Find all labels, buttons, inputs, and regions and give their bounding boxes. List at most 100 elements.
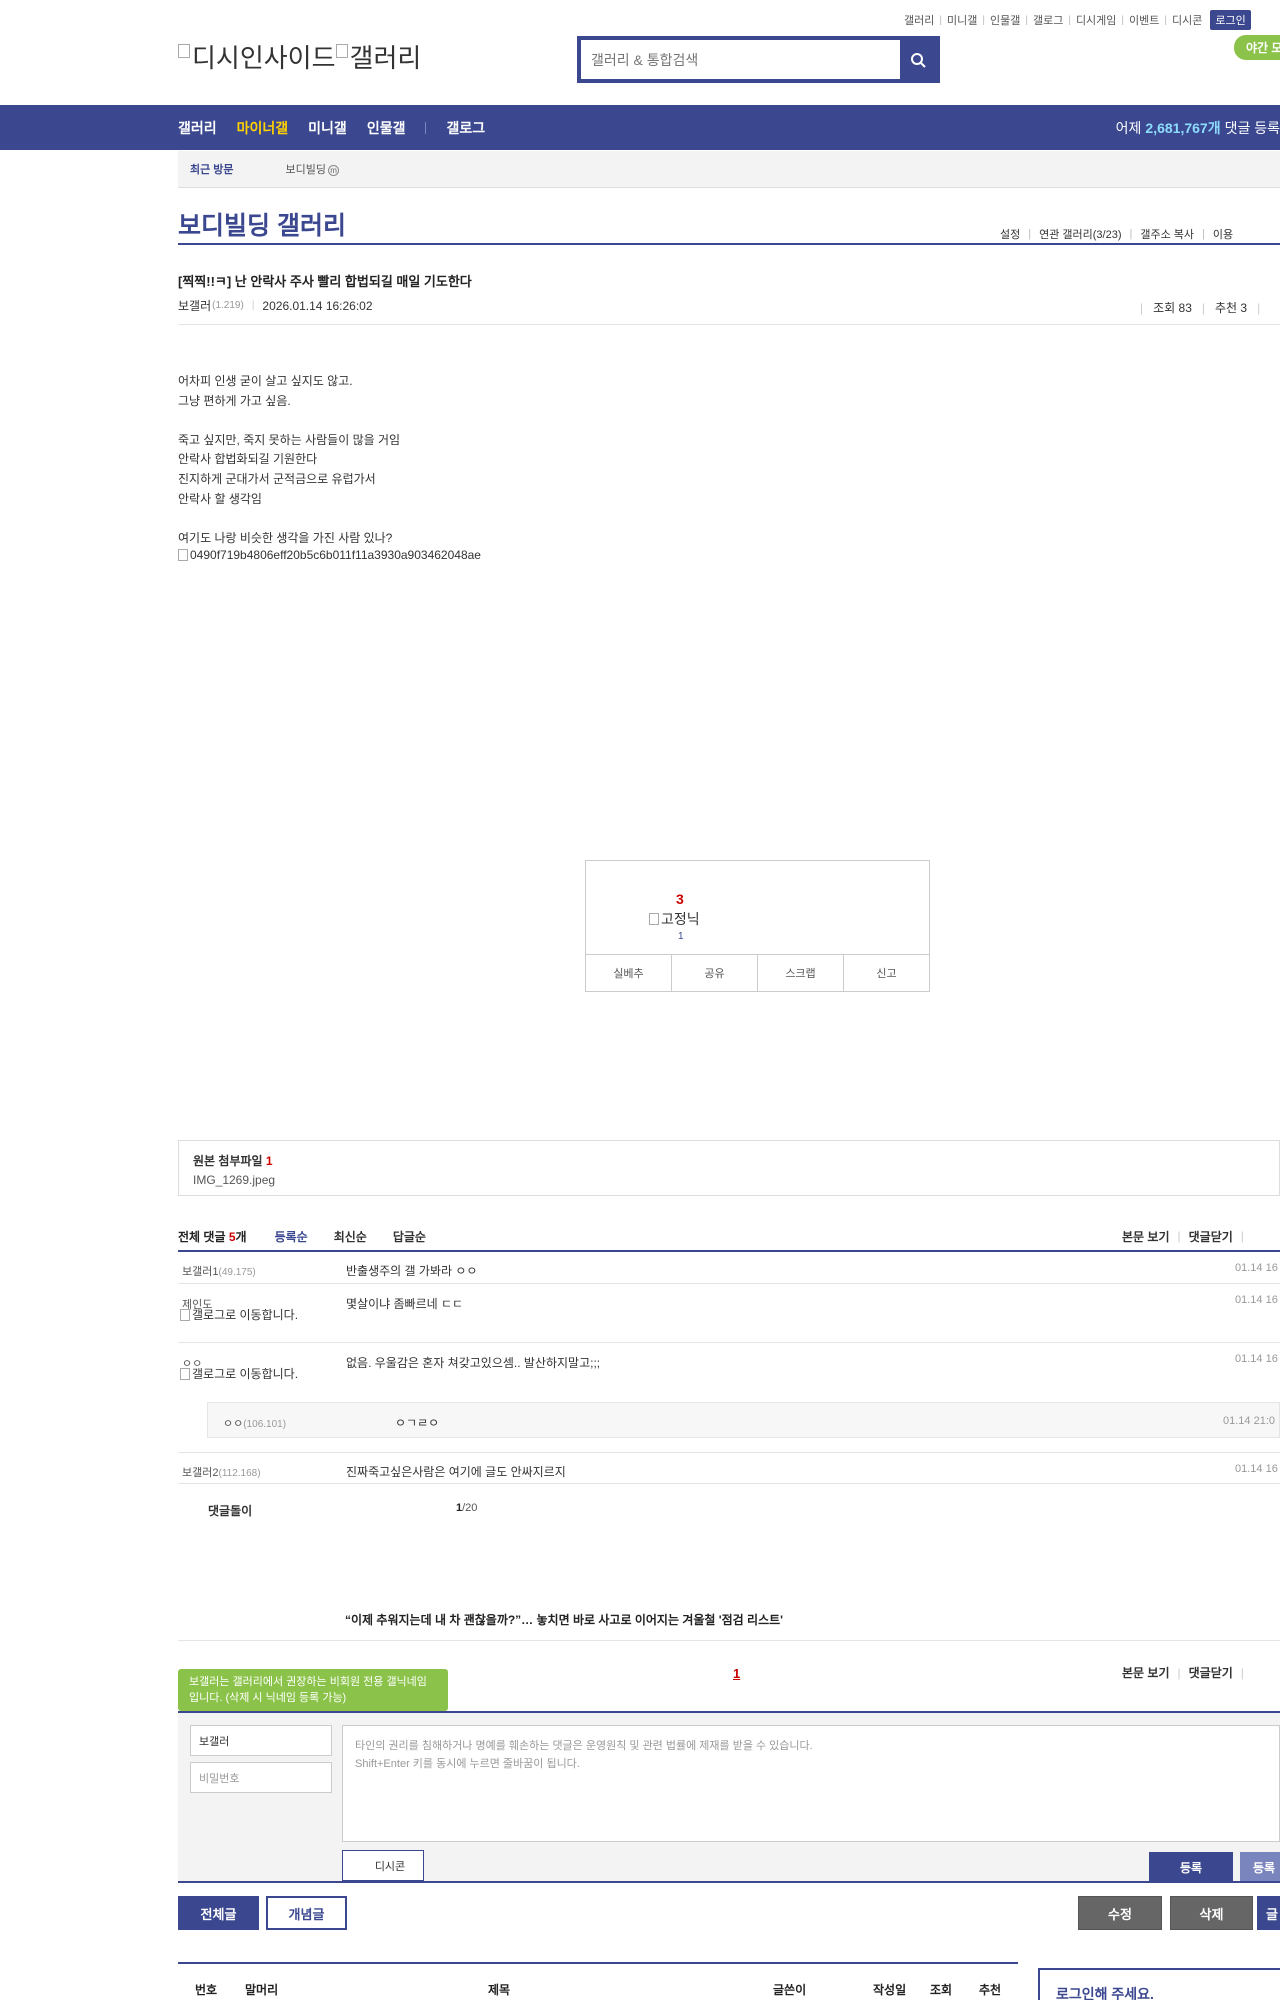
gnb-divider bbox=[425, 121, 427, 134]
post-stats: | 조회 83 | 추천 3 | bbox=[1140, 300, 1261, 316]
site-logo[interactable]: 디시인사이드 갤러리 bbox=[178, 38, 421, 75]
broken-image-icon bbox=[180, 1368, 190, 1380]
copy-gallery-url[interactable]: 갤주소 복사 bbox=[1140, 226, 1194, 242]
reply-row: ㅇㅇ(106.101) ㅇㄱㄹㅇ 01.14 21:0 bbox=[207, 1402, 1280, 1438]
broken-image-icon bbox=[649, 913, 659, 925]
post-body-line: 여기도 나랑 비슷한 생각을 가진 사람 있나? bbox=[178, 530, 393, 545]
write-button[interactable]: 글 bbox=[1257, 1896, 1280, 1930]
all-posts-button[interactable]: 전체글 bbox=[178, 1896, 259, 1930]
login-panel[interactable]: 로그인해 주세요. bbox=[1038, 1968, 1280, 2000]
divider bbox=[178, 324, 1280, 325]
gnb-gallery[interactable]: 갤러리 bbox=[178, 118, 217, 138]
concept-posts-button[interactable]: 개념글 bbox=[266, 1896, 347, 1930]
dccon-button[interactable]: 디시콘 bbox=[342, 1850, 424, 1881]
sort-registered[interactable]: 등록순 bbox=[275, 1228, 308, 1245]
broken-image-icon bbox=[178, 549, 188, 561]
post-body-line bbox=[178, 509, 400, 529]
ad-headline[interactable]: “이제 추워지는데 내 차 괜찮을까?”… 놓치면 바로 사고로 이어지는 겨울… bbox=[345, 1611, 783, 1628]
comment-page-indicator: 1/20 bbox=[456, 1502, 477, 1514]
attachment-count: 1 bbox=[265, 1154, 273, 1168]
cleanbot-label[interactable]: 댓글돌이 bbox=[208, 1502, 252, 1519]
view-body-button[interactable]: 본문 보기 bbox=[1122, 1664, 1170, 1681]
post-image[interactable]: 0490f719b4806eff20b5c6b011f11a3930a90346… bbox=[178, 548, 481, 562]
divider bbox=[178, 1640, 1280, 1641]
comment-page-total: /20 bbox=[462, 1502, 478, 1514]
logo-text-gallery: 갤러리 bbox=[349, 43, 422, 73]
gallog-link[interactable]: 갤로그로 이동합니다. bbox=[180, 1368, 317, 1381]
divider bbox=[178, 1881, 1280, 1883]
util-link-game[interactable]: 디시게임 bbox=[1076, 12, 1116, 28]
related-gallery[interactable]: 연관 갤러리(3/23) bbox=[1039, 226, 1121, 242]
search-input[interactable] bbox=[581, 40, 900, 79]
gnb-minor-gallery[interactable]: 마이너갤 bbox=[237, 118, 289, 138]
reply-date: 01.14 21:0 bbox=[1223, 1415, 1275, 1427]
comment-nick[interactable]: 보갤러2(112.168) bbox=[182, 1464, 261, 1480]
comment-date: 01.14 16 bbox=[1235, 1294, 1278, 1306]
comment-nick-text: 보갤러2 bbox=[182, 1467, 219, 1479]
real-best-button[interactable]: 실베추 bbox=[586, 955, 672, 991]
util-link-gallog[interactable]: 갤로그 bbox=[1033, 12, 1063, 28]
col-recommend: 추천 bbox=[979, 1983, 1002, 1997]
broken-image-icon bbox=[180, 1309, 190, 1321]
col-date: 작성일 bbox=[873, 1983, 907, 1997]
post-body-line: 안락사 합법화되길 기원한다 bbox=[178, 452, 318, 467]
gnb-gallog[interactable]: 갤로그 bbox=[446, 118, 485, 138]
gnb-person-gallery[interactable]: 인물갤 bbox=[367, 118, 406, 138]
util-link-event[interactable]: 이벤트 bbox=[1129, 12, 1159, 28]
comment-row: ㅇㅇ 갤로그로 이동합니다. 없음. 우울감은 혼자 쳐갖고있으셈.. 발산하지… bbox=[178, 1343, 1280, 1402]
col-title: 제목 bbox=[488, 1983, 511, 1997]
share-button[interactable]: 공유 bbox=[672, 955, 758, 991]
gallery-tools: 설정 | 연관 갤러리(3/23) | 갤주소 복사 | 이용 bbox=[1000, 226, 1234, 242]
search-bar bbox=[577, 36, 940, 83]
close-comments-button[interactable]: 댓글닫기 bbox=[1189, 1228, 1233, 1245]
delete-button[interactable]: 삭제 bbox=[1170, 1896, 1253, 1930]
gallery-title[interactable]: 보디빌딩 갤러리 bbox=[178, 206, 346, 242]
util-link-mini[interactable]: 미니갤 bbox=[947, 12, 977, 28]
reply-nick[interactable]: ㅇㅇ(106.101) bbox=[223, 1415, 286, 1431]
view-body-button[interactable]: 본문 보기 bbox=[1122, 1228, 1170, 1245]
gallog-link[interactable]: 갤로그로 이동합니다. bbox=[180, 1309, 317, 1322]
util-link-dccon[interactable]: 디시콘 bbox=[1172, 12, 1202, 28]
post-author[interactable]: 보갤러 bbox=[178, 297, 211, 314]
post-recommend: 추천 3 bbox=[1215, 301, 1248, 315]
night-mode-toggle[interactable]: 야간 모 bbox=[1234, 35, 1280, 60]
edit-button[interactable]: 수정 bbox=[1078, 1896, 1162, 1930]
post-body-line bbox=[178, 411, 400, 431]
comment-textarea[interactable]: 타인의 권리를 침해하거나 명예를 훼손하는 댓글은 운영원칙 및 관련 법률에… bbox=[342, 1725, 1280, 1842]
submit-with-dccon-button[interactable]: 등록 bbox=[1240, 1852, 1280, 1882]
report-button[interactable]: 신고 bbox=[844, 955, 929, 991]
fixed-nick-label: 고정닉 bbox=[661, 911, 700, 927]
close-comments-button[interactable]: 댓글닫기 bbox=[1189, 1664, 1233, 1681]
recent-visit-item[interactable]: 보디빌딩 m bbox=[285, 161, 340, 177]
minor-gallery-badge-icon: m bbox=[328, 165, 340, 176]
comment-total: 전체 댓글 5개 bbox=[178, 1228, 247, 1245]
scrap-button[interactable]: 스크랩 bbox=[758, 955, 844, 991]
recent-visit-item-label: 보디빌딩 bbox=[285, 164, 327, 176]
comment-ip: (112.168) bbox=[218, 1468, 261, 1479]
col-writer: 글쓴이 bbox=[773, 1983, 807, 1997]
util-links: 갤러리 | 미니갤 | 인물갤 | 갤로그 | 디시게임 | 이벤트 | 디시콘 로그인 bbox=[904, 10, 1251, 30]
comment-nick[interactable]: 보갤러1(49.175) bbox=[182, 1263, 256, 1279]
post-body-line: 진지하게 군대가서 군적금으로 유럽가서 bbox=[178, 471, 376, 486]
post-author-ip: (1.219) bbox=[212, 300, 244, 311]
util-link-person[interactable]: 인물갤 bbox=[990, 12, 1020, 28]
password-field[interactable]: 비밀번호 bbox=[190, 1762, 332, 1793]
name-field[interactable]: 보갤러 bbox=[190, 1725, 332, 1756]
attachment-box: 원본 첨부파일 1 IMG_1269.jpeg bbox=[178, 1140, 1280, 1196]
attachment-file[interactable]: IMG_1269.jpeg bbox=[193, 1173, 1265, 1187]
gallery-settings[interactable]: 설정 bbox=[1000, 226, 1020, 242]
sort-latest[interactable]: 최신순 bbox=[334, 1228, 367, 1245]
recent-visit-title[interactable]: 최근 방문 bbox=[190, 161, 234, 177]
comment-write-area: 보갤러 비밀번호 타인의 권리를 침해하거나 명예를 훼손하는 댓글은 운영원칙… bbox=[178, 1713, 1280, 1882]
submit-comment-button[interactable]: 등록 bbox=[1149, 1852, 1233, 1882]
recommend-fixed-nick[interactable]: 고정닉 bbox=[649, 909, 700, 929]
login-button[interactable]: 로그인 bbox=[1210, 10, 1251, 30]
gnb-mini-gallery[interactable]: 미니갤 bbox=[308, 118, 347, 138]
comment-pager-current[interactable]: 1 bbox=[733, 1666, 740, 1681]
search-button[interactable] bbox=[900, 40, 936, 79]
util-link-gallery[interactable]: 갤러리 bbox=[904, 12, 934, 28]
sort-reply[interactable]: 답글순 bbox=[393, 1228, 426, 1245]
textarea-placeholder-line: 타인의 권리를 침해하거나 명예를 훼손하는 댓글은 운영원칙 및 관련 법률에… bbox=[355, 1740, 813, 1752]
gnb-stats: 어제 2,681,767개 댓글 등록 bbox=[1116, 105, 1280, 150]
gallery-usage[interactable]: 이용 bbox=[1213, 226, 1233, 242]
